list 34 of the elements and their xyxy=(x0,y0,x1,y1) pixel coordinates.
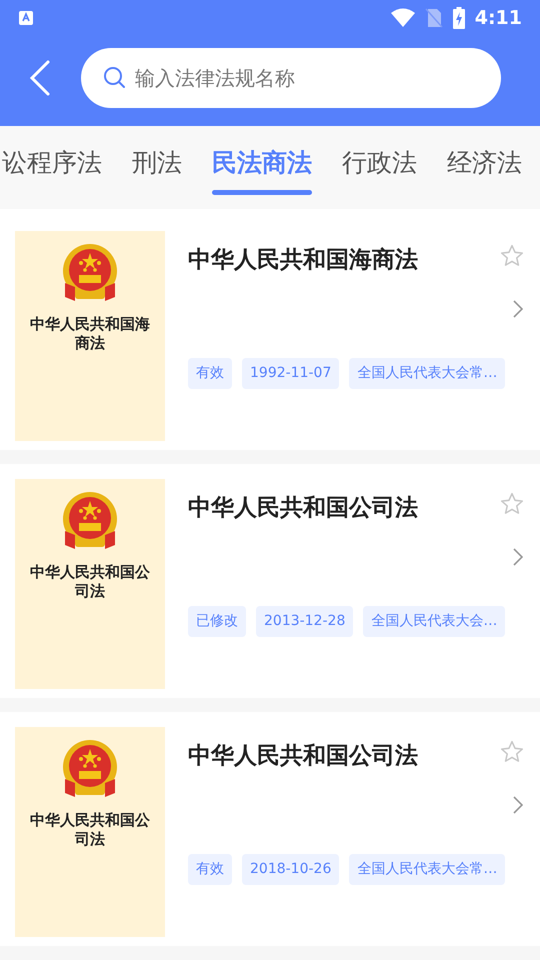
info-tag: 全国人民代表大会常… xyxy=(349,358,506,388)
cover-title: 中华人民共和国公司法 xyxy=(29,811,151,849)
info-tag: 1992-11-07 xyxy=(242,358,340,388)
chevron-right-icon xyxy=(513,548,523,566)
cover-title: 中华人民共和国海商法 xyxy=(29,315,151,353)
keyboard-app-icon xyxy=(18,10,34,26)
law-title: 中华人民共和国公司法 xyxy=(188,742,418,771)
search-field[interactable]: 输入法律法规名称 xyxy=(81,48,501,108)
law-title: 中华人民共和国公司法 xyxy=(188,494,418,523)
info-tag: 2013-12-28 xyxy=(256,606,354,636)
no-sim-icon xyxy=(424,8,443,28)
back-icon xyxy=(28,58,52,98)
chevron-right-icon xyxy=(513,796,523,814)
chevron-right-icon xyxy=(513,300,523,318)
cover-title: 中华人民共和国公司法 xyxy=(29,563,151,601)
wifi-icon xyxy=(390,8,415,28)
law-title: 中华人民共和国海商法 xyxy=(188,246,418,275)
category-tab[interactable]: 行政法 xyxy=(342,144,417,194)
category-tab[interactable]: 刑法 xyxy=(132,144,182,194)
star-icon[interactable] xyxy=(499,243,525,269)
category-tab[interactable]: 经济法 xyxy=(447,144,522,194)
info-tag: 已修改 xyxy=(188,606,246,636)
info-tag: 2018-10-26 xyxy=(242,854,340,884)
info-tag: 全国人民代表大会… xyxy=(363,606,506,636)
search-icon xyxy=(103,66,127,90)
info-tag: 有效 xyxy=(188,358,232,388)
battery-charging-icon xyxy=(452,7,465,29)
star-icon[interactable] xyxy=(499,491,525,517)
status-time: 4:11 xyxy=(474,6,522,31)
star-icon[interactable] xyxy=(499,739,525,765)
info-tag: 全国人民代表大会常… xyxy=(349,854,506,884)
search-input[interactable]: 输入法律法规名称 xyxy=(135,63,479,93)
category-tab[interactable]: 讼程序法 xyxy=(2,144,102,194)
info-tag: 有效 xyxy=(188,854,232,884)
